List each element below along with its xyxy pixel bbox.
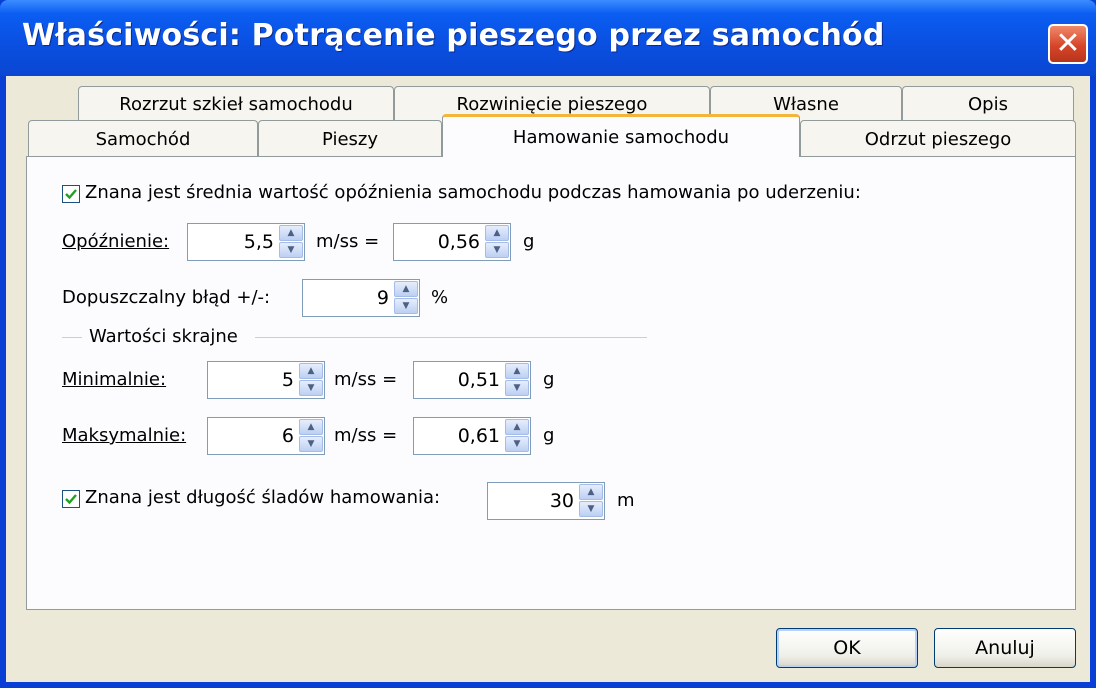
dialog-client-area: Rozrzut szkieł samochodu Rozwinięcie pie… <box>6 76 1090 682</box>
skid-length-label: Znana jest długość śladów hamowania: <box>85 487 441 508</box>
minimum-mss-stepper[interactable]: 5 ▲ ▼ <box>207 361 325 399</box>
chevron-up-icon: ▲ <box>513 366 521 376</box>
maximum-g-value: 0,61 <box>457 425 500 447</box>
chevron-up-icon: ▲ <box>493 228 501 238</box>
minimum-unit-mss: m/ss = <box>334 369 398 390</box>
title-bar[interactable]: Właściwości: Potrącenie pieszego przez s… <box>0 0 1096 76</box>
chevron-up-icon: ▲ <box>307 366 315 376</box>
skid-length-stepper[interactable]: 30 ▲ ▼ <box>487 482 605 520</box>
checkmark-icon <box>65 494 77 505</box>
minimum-g-stepper[interactable]: 0,51 ▲ ▼ <box>413 361 531 399</box>
cancel-button[interactable]: Anuluj <box>934 628 1076 668</box>
spin-down-button[interactable]: ▼ <box>279 242 303 258</box>
spin-down-button[interactable]: ▼ <box>299 436 323 452</box>
spin-down-button[interactable]: ▼ <box>505 380 529 396</box>
close-button[interactable]: ✕ <box>1048 24 1088 64</box>
tab-hamowanie-samochodu[interactable]: Hamowanie samochodu <box>442 114 800 157</box>
chevron-down-icon: ▼ <box>307 383 315 393</box>
group-divider <box>255 337 647 338</box>
chevron-down-icon: ▼ <box>287 245 295 255</box>
skid-length-value: 30 <box>549 490 574 512</box>
skid-length-unit: m <box>617 490 635 511</box>
spin-up-button[interactable]: ▲ <box>579 484 603 500</box>
tolerance-stepper[interactable]: 9 ▲ ▼ <box>302 279 420 317</box>
tolerance-unit: % <box>431 287 449 308</box>
tab-opis[interactable]: Opis <box>902 86 1074 122</box>
chevron-up-icon: ▲ <box>587 487 595 497</box>
chevron-down-icon: ▼ <box>513 439 521 449</box>
ok-button[interactable]: OK <box>776 628 918 668</box>
spin-up-button[interactable]: ▲ <box>394 281 418 297</box>
deceleration-mss-value: 5,5 <box>243 231 274 253</box>
spin-up-button[interactable]: ▲ <box>505 363 529 379</box>
spin-down-button[interactable]: ▼ <box>579 501 603 517</box>
deceleration-g-value: 0,56 <box>437 231 480 253</box>
chevron-up-icon: ▲ <box>307 422 315 432</box>
maximum-unit-mss: m/ss = <box>334 425 398 446</box>
chevron-up-icon: ▲ <box>287 228 295 238</box>
group-divider <box>62 337 82 338</box>
spin-down-button[interactable]: ▼ <box>299 380 323 396</box>
chevron-down-icon: ▼ <box>493 245 501 255</box>
spin-down-button[interactable]: ▼ <box>394 298 418 314</box>
window-title: Właściwości: Potrącenie pieszego przez s… <box>22 18 885 53</box>
tab-pieszy[interactable]: Pieszy <box>258 120 442 157</box>
minimum-unit-g: g <box>543 369 555 390</box>
spin-up-button[interactable]: ▲ <box>505 419 529 435</box>
chevron-down-icon: ▼ <box>307 439 315 449</box>
tab-odrzut-pieszego[interactable]: Odrzut pieszego <box>800 120 1076 157</box>
maximum-label: Maksymalnie: <box>62 425 187 446</box>
properties-dialog: Właściwości: Potrącenie pieszego przez s… <box>0 0 1096 688</box>
tolerance-value: 9 <box>376 287 389 309</box>
spin-up-button[interactable]: ▲ <box>299 419 323 435</box>
deceleration-g-stepper[interactable]: 0,56 ▲ ▼ <box>393 223 511 261</box>
spin-up-button[interactable]: ▲ <box>279 225 303 241</box>
maximum-mss-value: 6 <box>281 425 294 447</box>
tolerance-label: Dopuszczalny błąd +/-: <box>62 287 271 308</box>
maximum-mss-stepper[interactable]: 6 ▲ ▼ <box>207 417 325 455</box>
spin-up-button[interactable]: ▲ <box>485 225 509 241</box>
chevron-down-icon: ▼ <box>513 383 521 393</box>
tab-samochod[interactable]: Samochód <box>28 120 258 157</box>
known-deceleration-label: Znana jest średnia wartość opóźnienia sa… <box>85 182 861 203</box>
chevron-up-icon: ▲ <box>513 422 521 432</box>
deceleration-label: Opóźnienie: <box>62 231 170 252</box>
maximum-g-stepper[interactable]: 0,61 ▲ ▼ <box>413 417 531 455</box>
minimum-mss-value: 5 <box>281 369 294 391</box>
chevron-up-icon: ▲ <box>402 284 410 294</box>
spin-down-button[interactable]: ▼ <box>485 242 509 258</box>
known-deceleration-checkbox[interactable] <box>62 185 80 203</box>
chevron-down-icon: ▼ <box>587 504 595 514</box>
minimum-g-value: 0,51 <box>457 369 500 391</box>
deceleration-mss-stepper[interactable]: 5,5 ▲ ▼ <box>187 223 305 261</box>
checkmark-icon <box>65 189 77 200</box>
spin-down-button[interactable]: ▼ <box>505 436 529 452</box>
tab-rozrzut-szkiel[interactable]: Rozrzut szkieł samochodu <box>78 86 394 122</box>
close-icon: ✕ <box>1055 26 1081 61</box>
skid-length-checkbox[interactable] <box>62 490 80 508</box>
chevron-down-icon: ▼ <box>402 301 410 311</box>
deceleration-unit-mss: m/ss = <box>316 231 380 252</box>
spin-up-button[interactable]: ▲ <box>299 363 323 379</box>
tab-panel-hamowanie: Znana jest średnia wartość opóźnienia sa… <box>26 156 1076 610</box>
minimum-label: Minimalnie: <box>62 369 167 390</box>
extreme-values-group-label: Wartości skrajne <box>89 326 238 347</box>
deceleration-unit-g: g <box>523 231 535 252</box>
maximum-unit-g: g <box>543 425 555 446</box>
